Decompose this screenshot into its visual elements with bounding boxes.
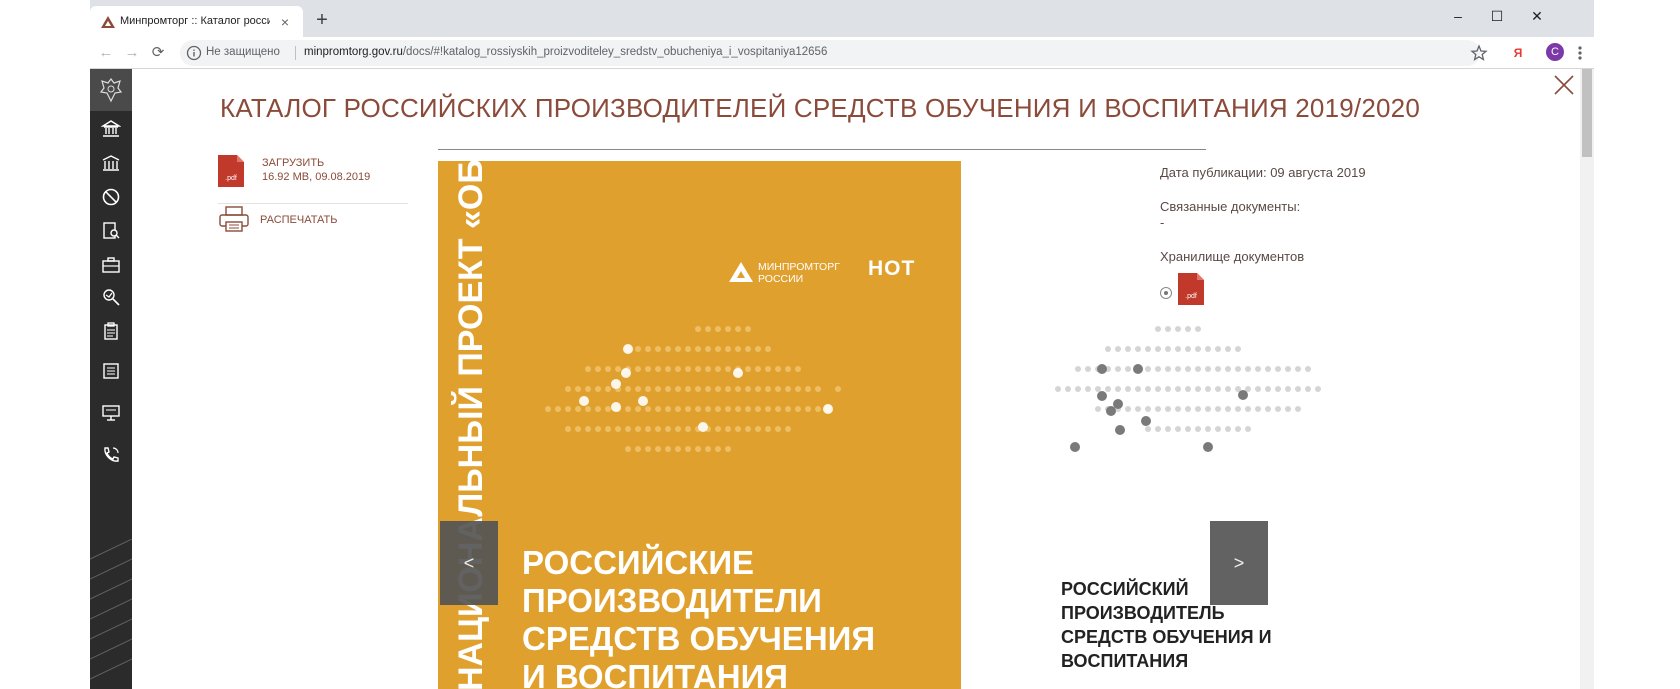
minpromtorg-logo-text: МИНПРОМТОРГ РОССИИ	[758, 261, 840, 285]
storage-radio[interactable]	[1160, 287, 1172, 299]
storage-pdf-icon[interactable]: .pdf	[1178, 273, 1204, 305]
divider	[218, 203, 408, 204]
print-label[interactable]: РАСПЕЧАТАТЬ	[260, 214, 337, 226]
tab-strip: Минпромторг :: Каталог российских × + – …	[90, 0, 1594, 37]
viewer-next-button[interactable]: >	[1210, 521, 1268, 605]
handshake-search-icon[interactable]	[101, 287, 121, 307]
address-bar[interactable]: Не защищено minpromtorg.gov.ru/docs/#!ka…	[180, 40, 1488, 66]
sidebar-decoration	[90, 539, 132, 680]
russia-map-dots-right	[1055, 326, 1321, 452]
yandex-extension-icon[interactable]: Я	[1508, 43, 1528, 63]
map-dot-pattern-right	[1055, 326, 1321, 432]
tab-active[interactable]: Минпромторг :: Каталог российских ×	[90, 6, 303, 37]
phone-icon[interactable]	[101, 445, 121, 465]
back-arrow-icon[interactable]: ←	[96, 43, 116, 63]
document-search-icon[interactable]	[101, 221, 121, 241]
vertical-title-wrap: НАЦИОНАЛЬНЫЙ ПРОЕКТ «ОБРАЗОВАНИЕ»	[438, 161, 500, 689]
reload-icon[interactable]: ⟳	[148, 43, 168, 63]
maximize-button[interactable]: ☐	[1483, 4, 1511, 28]
related-docs-value: -	[1160, 215, 1165, 230]
bookmark-star-icon[interactable]	[1470, 44, 1488, 62]
url-domain: minpromtorg.gov.ru	[304, 46, 403, 58]
not-logo: НОТ	[868, 257, 918, 285]
minpromtorg-logo: МИНПРОМТОРГ РОССИИ	[728, 259, 848, 295]
logo-line-2: РОССИИ	[758, 273, 804, 285]
omnibox-separator	[295, 46, 296, 60]
menu-kebab-icon[interactable]	[1574, 43, 1586, 63]
left-sidebar	[90, 69, 132, 689]
tab-title: Минпромторг :: Каталог российских	[120, 15, 270, 27]
close-window-button[interactable]: ✕	[1523, 4, 1551, 28]
url-text[interactable]: minpromtorg.gov.ru/docs/#!katalog_rossiy…	[304, 46, 827, 58]
pdf-file-icon: .pdf	[218, 155, 244, 187]
info-icon[interactable]	[186, 45, 202, 61]
storage-radio-dot	[1164, 291, 1168, 295]
newspaper-icon[interactable]	[101, 361, 121, 381]
profile-avatar[interactable]: C	[1546, 43, 1564, 61]
related-docs-label: Связанные документы:	[1160, 199, 1301, 214]
close-icon[interactable]	[1553, 74, 1575, 96]
minpromtorg-logo-icon	[729, 262, 753, 282]
new-tab-button[interactable]: +	[312, 10, 332, 30]
scroll-thumb[interactable]	[1582, 69, 1592, 157]
url-path: /docs/#!katalog_rossiyskih_proizvoditele…	[402, 46, 828, 58]
print-link[interactable]: РАСПЕЧАТАТЬ	[218, 205, 408, 239]
download-link[interactable]: .pdf ЗАГРУЗИТЬ 16.92 MB, 09.08.2019	[218, 155, 408, 195]
briefcase-icon[interactable]	[101, 255, 121, 275]
forward-arrow-icon[interactable]: →	[122, 43, 142, 63]
sidebar-logo[interactable]	[90, 69, 132, 111]
download-meta: 16.92 MB, 09.08.2019	[262, 171, 371, 183]
presentation-icon[interactable]	[101, 403, 121, 423]
document-viewer[interactable]: НАЦИОНАЛЬНЫЙ ПРОЕКТ «ОБРАЗОВАНИЕ» МИНПРО…	[438, 149, 1328, 689]
minimize-button[interactable]: –	[1444, 4, 1472, 28]
coat-of-arms-icon	[99, 78, 123, 103]
browser-toolbar: ← → ⟳ Не защищено minpromtorg.gov.ru/doc…	[90, 37, 1594, 69]
storage-pdf-icon-label: .pdf	[1185, 293, 1197, 300]
viewer-frame	[438, 149, 1206, 150]
pdf-file-icon-label: .pdf	[225, 175, 237, 182]
government-building-icon[interactable]	[101, 119, 121, 139]
prohibited-icon[interactable]	[101, 187, 121, 207]
page-scrollbar[interactable]	[1580, 69, 1594, 689]
not-logo-text: НОТ	[868, 257, 916, 280]
page-title: КАТАЛОГ РОССИЙСКИХ ПРОИЗВОДИТЕЛЕЙ СРЕДСТ…	[220, 93, 1420, 123]
map-dot-pattern	[545, 326, 841, 452]
not-secure-label[interactable]: Не защищено	[206, 46, 280, 58]
russia-map-dots-left	[545, 326, 841, 452]
browser-window: Минпромторг :: Каталог российских × + – …	[90, 0, 1594, 689]
clipboard-icon[interactable]	[101, 321, 121, 341]
minpromtorg-favicon-icon	[101, 16, 115, 28]
vertical-project-title: НАЦИОНАЛЬНЫЙ ПРОЕКТ «ОБРАЗОВАНИЕ»	[452, 161, 490, 689]
download-label[interactable]: ЗАГРУЗИТЬ	[262, 157, 324, 169]
viewer-prev-button[interactable]: <	[440, 521, 498, 605]
logo-line-1: МИНПРОМТОРГ	[758, 261, 840, 273]
institution-icon[interactable]	[101, 153, 121, 173]
printer-icon	[219, 206, 249, 232]
storage-label: Хранилище документов	[1160, 249, 1305, 264]
tab-close-icon[interactable]: ×	[276, 13, 294, 31]
publication-date: Дата публикации: 09 августа 2019	[1160, 165, 1366, 180]
cover-headline: РОССИЙСКИЕ ПРОИЗВОДИТЕЛИ СРЕДСТВ ОБУЧЕНИ…	[522, 544, 876, 689]
page-content: КАТАЛОГ РОССИЙСКИХ ПРОИЗВОДИТЕЛЕЙ СРЕДСТ…	[90, 69, 1594, 689]
